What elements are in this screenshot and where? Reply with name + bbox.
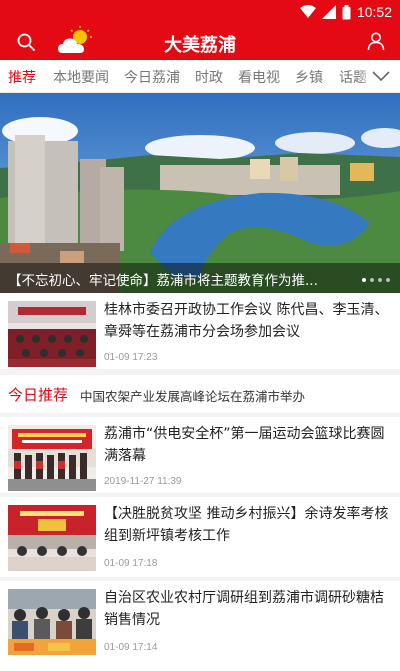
tab-towns[interactable]: 乡镇: [295, 67, 323, 87]
news-item[interactable]: 荔浦市“供电安全杯”第一届运动会篮球比赛圆满落幕 2019-11-27 11:3…: [0, 417, 400, 493]
news-date: 01-09 17:18: [104, 558, 158, 569]
recommend-label: 今日推荐: [8, 386, 69, 404]
featured-banner[interactable]: 【不忘初心、牢记使命】荔浦市将主题教育作为推...: [0, 93, 400, 293]
news-thumbnail: [8, 425, 96, 491]
news-title: 自治区农业农村厅调研组到荔浦市调研砂糖桔销售情况: [104, 590, 384, 628]
tab-local-news[interactable]: 本地要闻: [53, 67, 109, 87]
tab-recommend[interactable]: 推荐: [8, 67, 36, 87]
tab-politics[interactable]: 时政: [195, 67, 223, 87]
news-thumbnail: [8, 505, 96, 571]
tab-today-lipu[interactable]: 今日荔浦: [124, 67, 180, 87]
news-item[interactable]: 桂林市委召开政协工作会议 陈代昌、李玉清、章舜等在荔浦市分会场参加会议 01-0…: [0, 293, 400, 369]
user-icon[interactable]: [366, 31, 386, 51]
news-date: 01-09 17:14: [104, 642, 158, 653]
battery-icon: [342, 4, 351, 19]
search-icon[interactable]: [16, 32, 36, 52]
news-thumbnail: [8, 301, 96, 367]
today-recommend-bar[interactable]: 今日推荐 中国农架产业发展高峰论坛在荔浦市举办: [0, 375, 400, 413]
weather-icon[interactable]: [56, 25, 96, 57]
carousel-dot: [362, 278, 366, 282]
wifi-icon: [299, 5, 316, 18]
news-title: 荔浦市“供电安全杯”第一届运动会篮球比赛圆满落幕: [104, 426, 385, 464]
news-title: 【决胜脱贫攻坚 推动乡村振兴】余诗发率考核组到新坪镇考核工作: [104, 506, 389, 544]
banner-caption: 【不忘初心、牢记使命】荔浦市将主题教育作为推...: [0, 263, 400, 293]
status-bar: 10:52: [0, 0, 400, 24]
chevron-down-icon[interactable]: [372, 69, 390, 83]
recommend-text: 中国农架产业发展高峰论坛在荔浦市举办: [80, 389, 306, 404]
carousel-dots: [362, 278, 390, 282]
news-date: 2019-11-27 11:39: [104, 476, 182, 487]
carousel-dot: [378, 278, 382, 282]
news-date: 01-09 17:23: [104, 352, 158, 363]
carousel-dot: [386, 278, 390, 282]
status-time: 10:52: [356, 4, 392, 20]
news-thumbnail: [8, 589, 96, 655]
news-title: 桂林市委召开政协工作会议 陈代昌、李玉清、章舜等在荔浦市分会场参加会议: [104, 302, 389, 340]
carousel-dot: [370, 278, 374, 282]
tab-watch-tv[interactable]: 看电视: [238, 67, 280, 87]
app-header: 大美荔浦: [0, 24, 400, 60]
category-tabs: 推荐 本地要闻 今日荔浦 时政 看电视 乡镇 话题: [0, 60, 400, 93]
news-item[interactable]: 【决胜脱贫攻坚 推动乡村振兴】余诗发率考核组到新坪镇考核工作 01-09 17:…: [0, 497, 400, 577]
signal-icon: [321, 5, 336, 19]
news-item[interactable]: 自治区农业农村厅调研组到荔浦市调研砂糖桔销售情况 01-09 17:14: [0, 581, 400, 671]
